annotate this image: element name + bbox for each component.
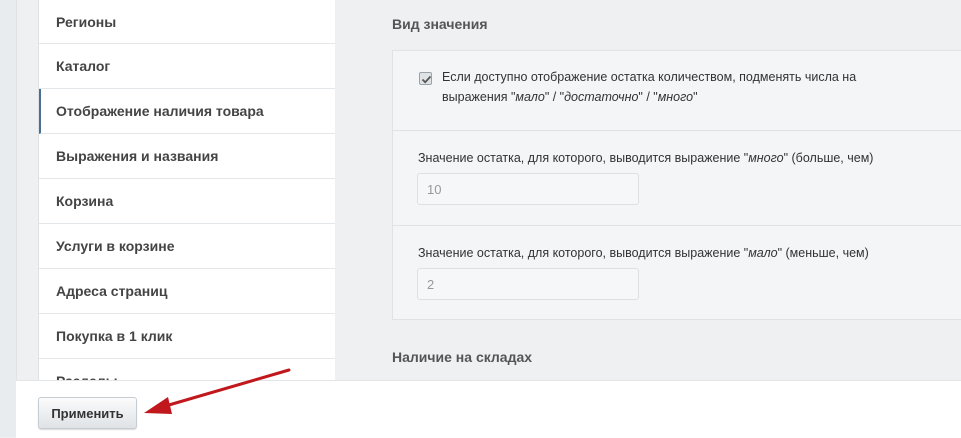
sidebar-item-sections[interactable]: Разделы (39, 359, 335, 380)
section-title-value-type: Вид значения (392, 16, 488, 32)
value-type-card: Если доступно отображение остатка количе… (392, 50, 961, 320)
field-row-few: Значение остатка, для которого, выводитс… (393, 225, 961, 320)
field-row-many: Значение остатка, для которого, выводитс… (393, 130, 961, 225)
field-many-label: Значение остатка, для которого, выводитс… (418, 151, 874, 165)
field-few-label: Значение остатка, для которого, выводитс… (418, 246, 869, 260)
field-many-input[interactable] (417, 173, 639, 205)
apply-button[interactable]: Применить (38, 397, 137, 429)
sidebar-item-catalog[interactable]: Каталог (39, 44, 335, 89)
checkmark-icon (421, 75, 432, 84)
settings-main-panel: Вид значения Если доступно отображение о… (335, 0, 961, 380)
section-title-warehouses: Наличие на складах (392, 349, 533, 365)
checkbox-row: Если доступно отображение остатка количе… (393, 51, 961, 130)
footer-bar: Применить (16, 380, 961, 438)
sidebar-item-cart[interactable]: Корзина (39, 179, 335, 224)
left-edge-strip (0, 0, 17, 437)
replace-numbers-label: Если доступно отображение остатка количе… (442, 70, 857, 104)
field-few-input[interactable] (417, 268, 639, 300)
sidebar-item-one-click[interactable]: Покупка в 1 клик (39, 314, 335, 359)
sidebar-item-expressions[interactable]: Выражения и названия (39, 134, 335, 179)
replace-numbers-checkbox[interactable] (419, 72, 432, 85)
sidebar-item-cart-services[interactable]: Услуги в корзине (39, 224, 335, 269)
sidebar-item-regions[interactable]: Регионы (39, 0, 335, 44)
sidebar-item-stock-display[interactable]: Отображение наличия товара (39, 89, 335, 134)
sidebar-item-page-addresses[interactable]: Адреса страниц (39, 269, 335, 314)
settings-sidebar: Регионы Каталог Отображение наличия това… (38, 0, 336, 380)
